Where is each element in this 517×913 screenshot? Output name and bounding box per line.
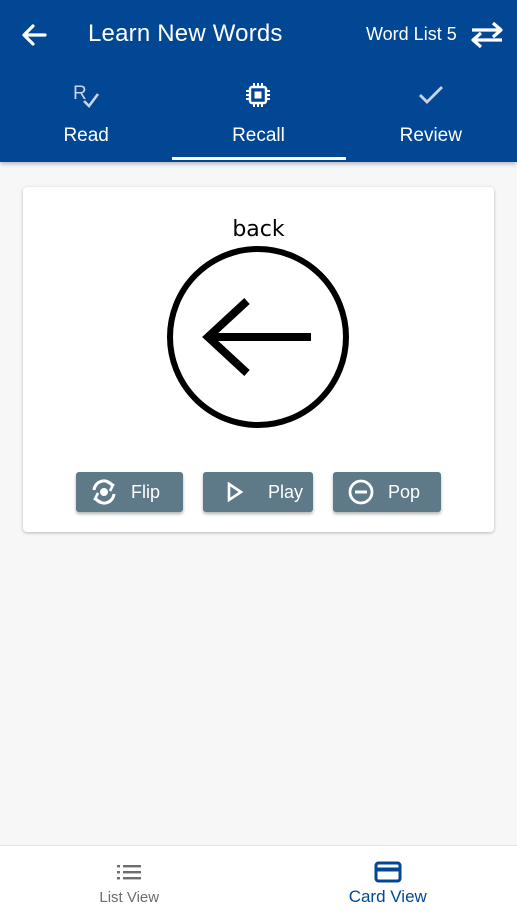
chip-icon xyxy=(243,80,273,110)
play-icon xyxy=(221,478,249,506)
card-icon xyxy=(373,860,403,884)
swap-list-button[interactable] xyxy=(468,20,506,50)
tab-bar: R Read Recall Review xyxy=(0,72,517,162)
play-button[interactable]: Play xyxy=(203,472,313,512)
word-list-name[interactable]: Word List 5 xyxy=(366,24,457,45)
top-bar: Learn New Words Word List 5 xyxy=(0,0,517,72)
swap-arrows-icon xyxy=(471,22,503,48)
tab-review[interactable]: Review xyxy=(345,72,517,162)
tab-review-label: Review xyxy=(399,125,462,146)
nav-list-view-label: List View xyxy=(99,889,160,906)
tab-recall[interactable]: Recall xyxy=(172,72,344,162)
word-card: back Flip Play Pop xyxy=(23,187,494,532)
nav-card-view[interactable]: Card View xyxy=(259,846,517,913)
app-bar: Learn New Words Word List 5 R Read Recal… xyxy=(0,0,517,162)
pop-button[interactable]: Pop xyxy=(333,472,441,512)
tab-recall-label: Recall xyxy=(232,125,285,146)
flip-button-label: Flip xyxy=(131,481,161,502)
page-title: Learn New Words xyxy=(88,20,283,47)
minus-circle-icon xyxy=(347,478,375,506)
checkmark-icon xyxy=(416,80,446,110)
nav-card-view-label: Card View xyxy=(348,887,427,906)
active-tab-indicator xyxy=(172,157,346,160)
flip-button[interactable]: Flip xyxy=(76,472,183,512)
circle-arrow-left-icon xyxy=(167,246,349,428)
read-check-icon: R xyxy=(71,80,101,110)
bottom-navigation: List View Card View xyxy=(0,845,517,913)
tab-read-label: Read xyxy=(63,125,109,146)
arrow-left-icon xyxy=(22,24,47,46)
list-icon xyxy=(114,860,144,884)
back-button[interactable] xyxy=(18,20,50,50)
flip-icon xyxy=(90,478,118,506)
card-word: back xyxy=(232,217,285,242)
tab-read[interactable]: R Read xyxy=(0,72,172,162)
nav-list-view[interactable]: List View xyxy=(0,846,259,913)
pop-button-label: Pop xyxy=(388,481,421,502)
play-button-label: Play xyxy=(268,481,304,502)
